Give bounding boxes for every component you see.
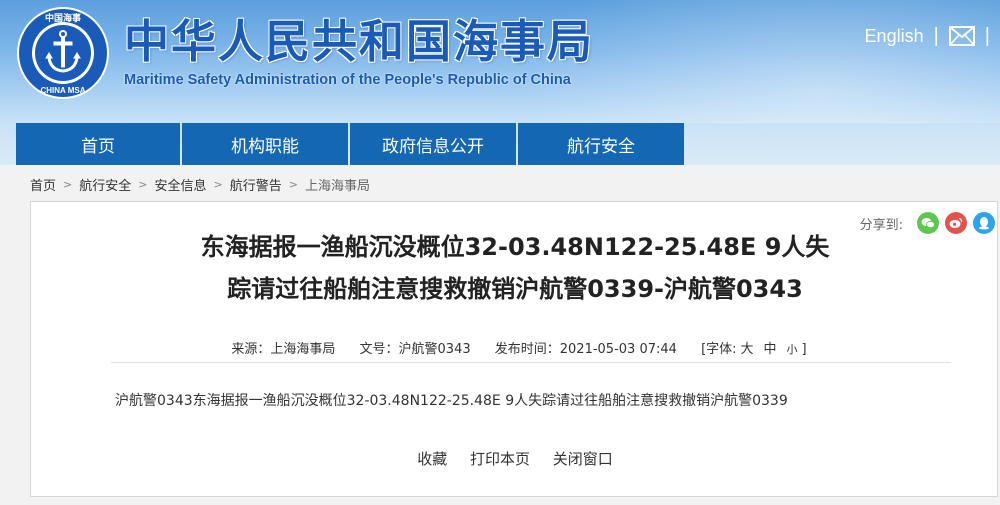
article-container: 分享到: 东海据报一渔船沉没概位32-03.48N122-25.48E 9人失 … (30, 201, 998, 497)
logo-text-bottom: CHINA MSA (40, 86, 85, 95)
breadcrumb-item-nav-warning[interactable]: 航行警告 (230, 175, 282, 194)
nav-item-functions[interactable]: 机构职能 (182, 123, 348, 165)
site-header: 中国海事 CHINA MSA 中华人民共和国海事局 Maritime Safet… (0, 0, 1000, 123)
font-size-label: [字体: (701, 342, 737, 357)
nav-item-home[interactable]: 首页 (16, 123, 180, 165)
article-body: 沪航警0343东海据报一渔船沉没概位32-03.48N122-25.48E 9人… (115, 393, 788, 409)
meta-divider (111, 362, 951, 363)
article-doc-number: 文号：沪航警0343 (359, 342, 471, 357)
mail-icon[interactable] (948, 26, 975, 46)
site-title: 中华人民共和国海事局 (124, 15, 595, 68)
font-size-close: ] (801, 342, 807, 357)
breadcrumb-separator: > (213, 177, 223, 191)
top-links: English | | (865, 22, 1000, 50)
msa-logo[interactable]: 中国海事 CHINA MSA (16, 6, 110, 100)
font-size-medium[interactable]: 中 (764, 342, 777, 357)
font-size-large[interactable]: 大 (741, 342, 754, 357)
close-window-button[interactable]: 关闭窗口 (553, 450, 613, 468)
article-title-line-2: 踪请过往船舶注意搜救撤销沪航警0339-沪航警0343 (227, 275, 803, 303)
article-actions: 收藏 打印本页 关闭窗口 (31, 448, 999, 469)
favorite-button[interactable]: 收藏 (417, 450, 447, 468)
print-button[interactable]: 打印本页 (470, 450, 530, 468)
article-title: 东海据报一渔船沉没概位32-03.48N122-25.48E 9人失 踪请过往船… (31, 226, 999, 310)
nav-item-nav-safety[interactable]: 航行安全 (518, 123, 684, 165)
site-subtitle: Maritime Safety Administration of the Pe… (124, 72, 571, 88)
breadcrumb-item-current[interactable]: 上海海事局 (305, 175, 370, 194)
article-publish-time: 发布时间：2021-05-03 07:44 (494, 342, 677, 357)
breadcrumb-separator: > (63, 177, 73, 191)
main-nav: 首页 机构职能 政府信息公开 航行安全 (0, 123, 1000, 165)
breadcrumb-separator: > (138, 177, 148, 191)
nav-item-gov-info[interactable]: 政府信息公开 (350, 123, 516, 165)
breadcrumb-item-nav-safety[interactable]: 航行安全 (79, 175, 131, 194)
breadcrumb-item-home[interactable]: 首页 (30, 175, 56, 194)
article-meta: 来源：上海海事局 文号：沪航警0343 发布时间：2021-05-03 07:4… (31, 338, 999, 357)
english-link[interactable]: English (865, 26, 924, 47)
breadcrumb-separator: > (288, 177, 298, 191)
font-size-small[interactable]: 小 (787, 343, 798, 356)
top-links-separator-2: | (984, 24, 990, 47)
top-links-separator: | (933, 24, 939, 47)
article-title-line-1: 东海据报一渔船沉没概位32-03.48N122-25.48E 9人失 (200, 233, 830, 261)
breadcrumb: 首页 > 航行安全 > 安全信息 > 航行警告 > 上海海事局 (30, 174, 370, 194)
logo-text-top: 中国海事 (45, 12, 81, 24)
breadcrumb-item-safety-info[interactable]: 安全信息 (154, 175, 206, 194)
article-source: 来源：上海海事局 (231, 342, 336, 357)
